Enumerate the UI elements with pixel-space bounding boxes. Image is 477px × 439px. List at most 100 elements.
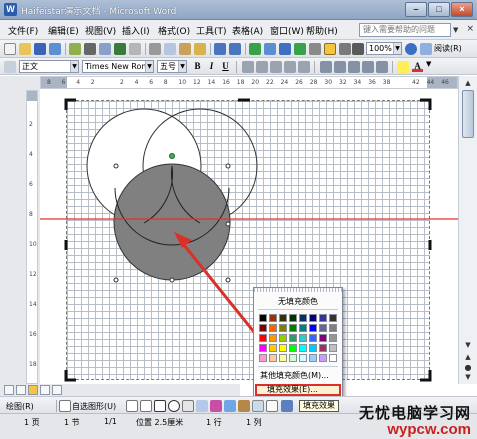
color-swatch[interactable] — [279, 334, 287, 342]
reading-view-icon[interactable] — [52, 385, 62, 395]
diagram-icon[interactable] — [224, 400, 236, 412]
color-swatch[interactable] — [279, 344, 287, 352]
color-swatch[interactable] — [279, 354, 287, 362]
color-swatch[interactable] — [299, 324, 307, 332]
vertical-scrollbar[interactable]: ▲ ▼ ▲ ● ▼ — [458, 76, 477, 384]
align-right-icon[interactable] — [270, 61, 282, 73]
redo-icon[interactable] — [229, 43, 241, 55]
color-swatch[interactable] — [299, 334, 307, 342]
line-color-icon[interactable] — [281, 400, 293, 412]
menu-file[interactable]: 文件(F) — [8, 24, 38, 37]
close-icon[interactable]: × — [451, 2, 473, 17]
resize-handle[interactable] — [169, 277, 175, 283]
show-hide-icon[interactable] — [352, 43, 364, 55]
web-view-icon[interactable] — [16, 385, 26, 395]
document-close-icon[interactable]: × — [466, 24, 474, 34]
help-icon[interactable] — [405, 43, 417, 55]
color-swatch[interactable] — [319, 324, 327, 332]
reading-mode-icon[interactable] — [420, 43, 432, 55]
line-icon[interactable] — [126, 400, 138, 412]
drawing-toggle-icon[interactable] — [324, 43, 336, 55]
email-icon[interactable] — [69, 43, 81, 55]
popup-drag-handle[interactable] — [254, 288, 342, 292]
styles-pane-icon[interactable] — [4, 61, 16, 73]
color-swatch[interactable] — [299, 354, 307, 362]
insert-table-icon[interactable] — [279, 43, 291, 55]
style-select[interactable]: 正文 ▼ — [19, 60, 79, 73]
canvas-corner-handle[interactable] — [420, 98, 432, 110]
vertical-textbox-icon[interactable] — [196, 400, 208, 412]
menu-tools[interactable]: 工具(T) — [196, 24, 227, 37]
resize-handle[interactable] — [113, 277, 119, 283]
color-swatch[interactable] — [259, 324, 267, 332]
rotate-handle[interactable] — [169, 153, 175, 159]
chevron-down-icon[interactable]: ▼ — [426, 60, 431, 68]
open-folder-icon[interactable] — [19, 43, 31, 55]
no-fill-option[interactable]: 无填充颜色 — [254, 296, 342, 307]
menu-table[interactable]: 表格(A) — [232, 24, 263, 37]
increase-indent-icon[interactable] — [376, 61, 388, 73]
italic-button[interactable]: I — [206, 60, 217, 72]
color-swatch[interactable] — [329, 324, 337, 332]
color-swatch[interactable] — [319, 354, 327, 362]
justify-icon[interactable] — [284, 61, 296, 73]
outline-view-icon[interactable] — [40, 385, 50, 395]
autoshapes-button[interactable]: 自选图形(U) — [72, 401, 116, 412]
paste-icon[interactable] — [179, 43, 191, 55]
normal-view-icon[interactable] — [4, 385, 14, 395]
color-swatch[interactable] — [269, 334, 277, 342]
menu-view[interactable]: 视图(V) — [85, 24, 116, 37]
color-swatch[interactable] — [269, 324, 277, 332]
color-swatch[interactable] — [289, 334, 297, 342]
document-page[interactable] — [40, 90, 458, 384]
rectangle-icon[interactable] — [154, 400, 166, 412]
color-swatch[interactable] — [259, 334, 267, 342]
hyperlink-icon[interactable] — [249, 43, 261, 55]
color-swatch[interactable] — [289, 354, 297, 362]
align-left-icon[interactable] — [242, 61, 254, 73]
research-icon[interactable] — [129, 43, 141, 55]
bullets-icon[interactable] — [348, 61, 360, 73]
font-size-select[interactable]: 五号 ▼ — [157, 60, 187, 73]
color-swatch[interactable] — [319, 334, 327, 342]
maximize-icon[interactable]: □ — [428, 2, 450, 17]
help-search-input[interactable]: 键入需要帮助的问题 — [359, 23, 451, 37]
color-swatch[interactable] — [269, 314, 277, 322]
drawing-canvas[interactable] — [40, 90, 458, 384]
scroll-down-icon[interactable]: ▼ — [462, 340, 474, 351]
align-center-icon[interactable] — [256, 61, 268, 73]
clipart-icon[interactable] — [238, 400, 250, 412]
color-swatch[interactable] — [319, 344, 327, 352]
canvas-corner-handle[interactable] — [64, 98, 76, 110]
canvas-corner-handle[interactable] — [64, 370, 76, 382]
spelling-icon[interactable] — [114, 43, 126, 55]
line-spacing-icon[interactable] — [320, 61, 332, 73]
menu-window[interactable]: 窗口(W) — [270, 24, 304, 37]
cut-icon[interactable] — [149, 43, 161, 55]
color-swatch[interactable] — [269, 354, 277, 362]
color-swatch[interactable] — [329, 354, 337, 362]
print-view-icon[interactable] — [28, 385, 38, 395]
resize-handle[interactable] — [225, 163, 231, 169]
color-swatch[interactable] — [289, 314, 297, 322]
scroll-up-icon[interactable]: ▲ — [462, 78, 474, 89]
color-swatch[interactable] — [299, 314, 307, 322]
color-swatch[interactable] — [319, 314, 327, 322]
zoom-select[interactable]: 100% ▼ — [366, 42, 402, 55]
color-swatch[interactable] — [259, 314, 267, 322]
menu-edit[interactable]: 编辑(E) — [48, 24, 79, 37]
color-swatch[interactable] — [309, 344, 317, 352]
menu-help[interactable]: 帮助(H) — [306, 24, 338, 37]
font-color-button[interactable]: A — [412, 60, 423, 72]
menu-insert[interactable]: 插入(I) — [122, 24, 150, 37]
font-select[interactable]: Times New Roman ▼ — [82, 60, 154, 73]
highlight-icon[interactable] — [397, 61, 409, 73]
undo-icon[interactable] — [214, 43, 226, 55]
color-swatch[interactable] — [259, 344, 267, 352]
color-swatch[interactable] — [329, 344, 337, 352]
doc-map-icon[interactable] — [339, 43, 351, 55]
color-swatch[interactable] — [329, 314, 337, 322]
numbering-icon[interactable] — [334, 61, 346, 73]
chevron-down-icon[interactable]: ▼ — [453, 23, 463, 37]
color-swatch[interactable] — [259, 354, 267, 362]
